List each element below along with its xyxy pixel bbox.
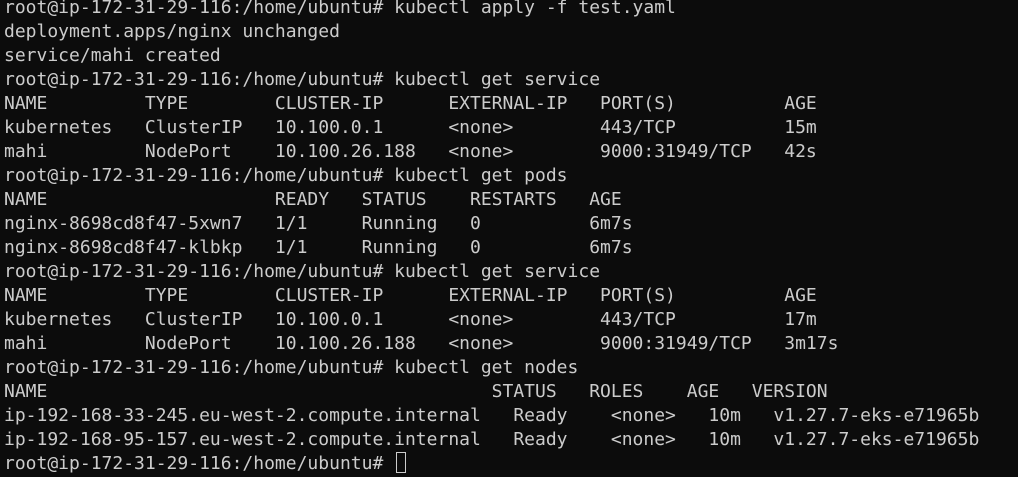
terminal-line: mahi NodePort 10.100.26.188 <none> 9000:… (4, 141, 817, 162)
terminal-line: NAME TYPE CLUSTER-IP EXTERNAL-IP PORT(S)… (4, 285, 817, 306)
prompt-line[interactable]: root@ip-172-31-29-116:/home/ubuntu# (4, 452, 1018, 476)
terminal-line: root@ip-172-31-29-116:/home/ubuntu# kube… (4, 165, 568, 186)
terminal-line: root@ip-172-31-29-116:/home/ubuntu# kube… (4, 0, 676, 18)
shell-prompt: root@ip-172-31-29-116:/home/ubuntu# (4, 453, 395, 474)
terminal-line: ip-192-168-95-157.eu-west-2.compute.inte… (4, 429, 980, 450)
terminal-cursor[interactable] (396, 452, 407, 473)
terminal-line: NAME TYPE CLUSTER-IP EXTERNAL-IP PORT(S)… (4, 93, 817, 114)
terminal-line: nginx-8698cd8f47-klbkp 1/1 Running 0 6m7… (4, 237, 633, 258)
terminal-window[interactable]: root@ip-172-31-29-116:/home/ubuntu# kube… (0, 0, 1018, 476)
terminal-line: root@ip-172-31-29-116:/home/ubuntu# kube… (4, 69, 601, 90)
terminal-line: kubernetes ClusterIP 10.100.0.1 <none> 4… (4, 117, 817, 138)
terminal-line: root@ip-172-31-29-116:/home/ubuntu# kube… (4, 261, 601, 282)
terminal-line: root@ip-172-31-29-116:/home/ubuntu# kube… (4, 357, 579, 378)
terminal-line: NAME READY STATUS RESTARTS AGE (4, 189, 622, 210)
terminal-line: ip-192-168-33-245.eu-west-2.compute.inte… (4, 405, 980, 426)
terminal-line: NAME STATUS ROLES AGE VERSION (4, 381, 828, 402)
terminal-line: service/mahi created (4, 45, 221, 66)
terminal-line: mahi NodePort 10.100.26.188 <none> 9000:… (4, 333, 839, 354)
terminal-line: nginx-8698cd8f47-5xwn7 1/1 Running 0 6m7… (4, 213, 633, 234)
terminal-line: kubernetes ClusterIP 10.100.0.1 <none> 4… (4, 309, 817, 330)
terminal-line: deployment.apps/nginx unchanged (4, 21, 340, 42)
